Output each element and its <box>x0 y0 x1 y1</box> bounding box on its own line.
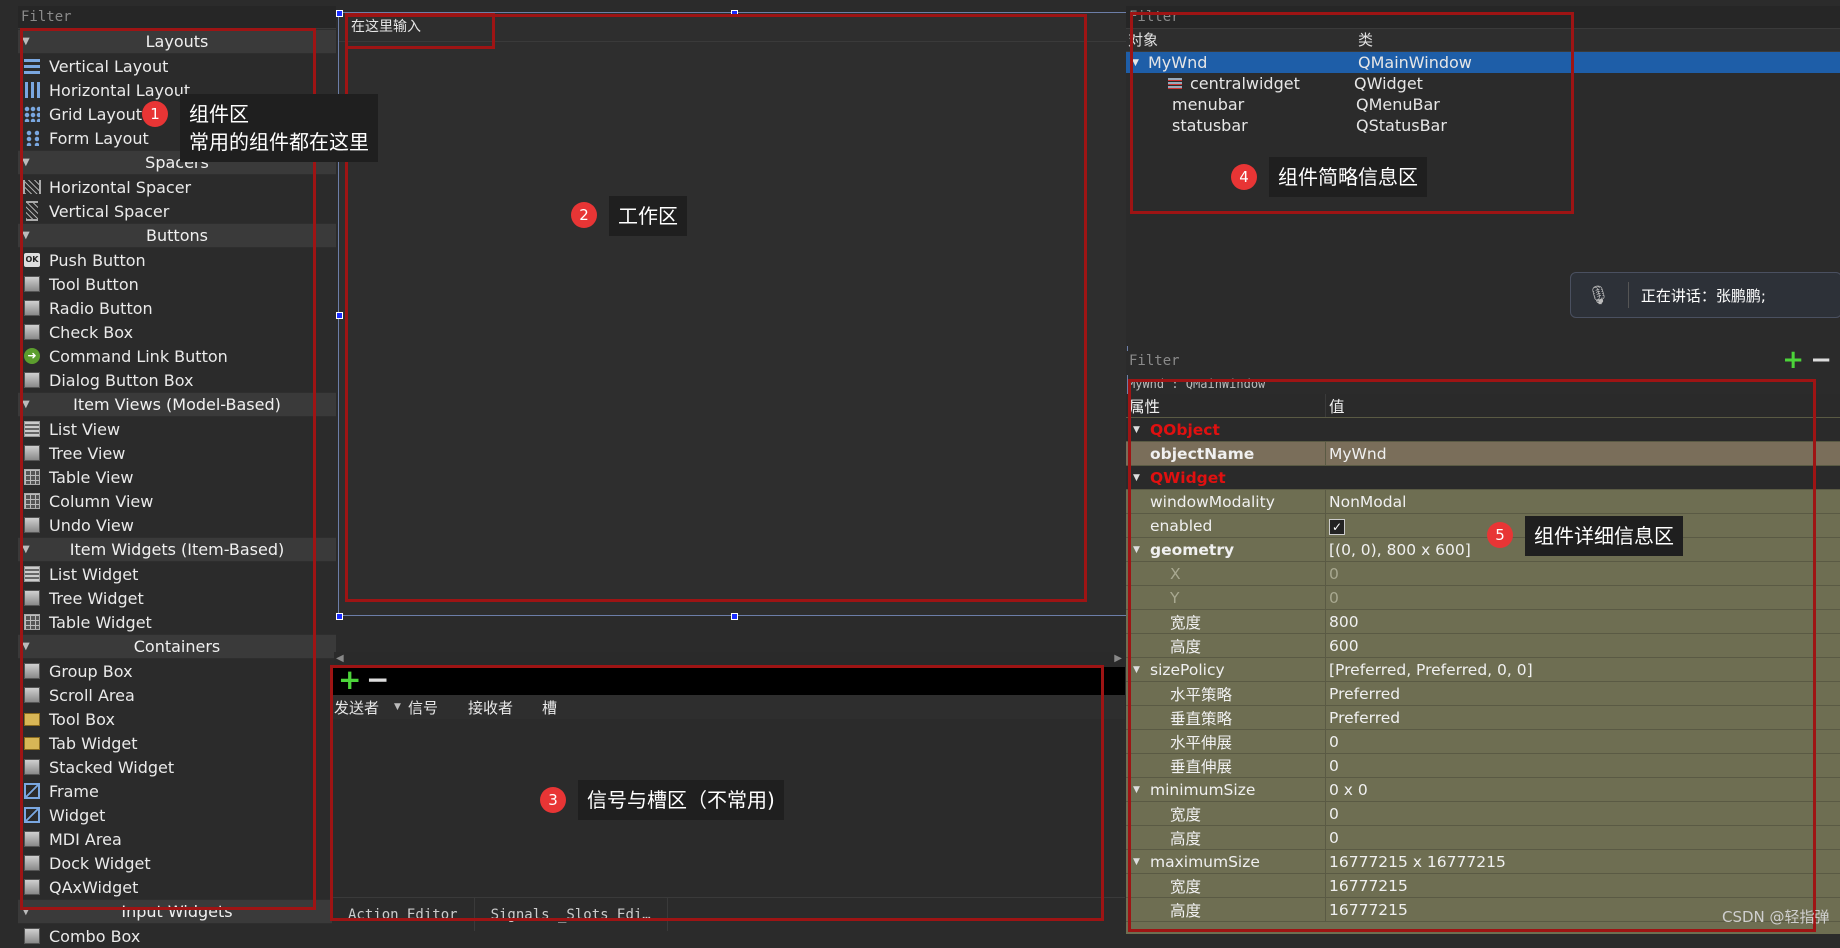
resize-handle[interactable] <box>336 613 343 620</box>
voice-chat-overlay: 🎙 正在讲话：张鹏鹏; <box>1570 272 1840 318</box>
property-filter-bar: Filter + − <box>1126 345 1840 375</box>
annotation-note-widget-area: 组件区 常用的组件都在这里 <box>180 94 378 162</box>
add-dynamic-property-icon[interactable]: + <box>1782 345 1804 375</box>
watermark: CSDN @轻指弹 <box>1722 908 1830 926</box>
annotation-box-property-editor <box>1128 379 1816 932</box>
resize-handle[interactable] <box>731 613 738 620</box>
annotation-box-work-area <box>345 14 1087 602</box>
widget-item-label: Combo Box <box>49 926 141 946</box>
combo-box-icon <box>23 927 41 945</box>
annotation-badge: 2 <box>571 202 597 228</box>
annotation-badge: 3 <box>540 787 566 813</box>
annotation-badge: 4 <box>1231 164 1257 190</box>
annotation-note-work-area: 工作区 <box>609 196 687 236</box>
widget-item[interactable]: Combo Box <box>18 924 336 948</box>
annotation-note-object-inspector: 组件简略信息区 <box>1269 157 1427 197</box>
annotation-note-line: 常用的组件都在这里 <box>189 130 369 154</box>
microphone-icon[interactable]: 🎙 <box>1587 285 1610 306</box>
remove-dynamic-property-icon[interactable]: − <box>1810 345 1832 375</box>
resize-handle[interactable] <box>336 312 343 319</box>
resize-handle[interactable] <box>336 10 343 17</box>
property-filter-input[interactable]: Filter <box>1129 353 1180 369</box>
speaking-status: 正在讲话：张鹏鹏; <box>1640 286 1766 305</box>
annotation-note-signal-slot: 信号与槽区（不常用) <box>578 780 784 820</box>
scroll-right-icon[interactable]: ▶ <box>1114 653 1122 664</box>
annotation-note-line: 组件区 <box>189 102 249 126</box>
annotation-badge: 1 <box>142 101 168 127</box>
annotation-note-property-editor: 组件详细信息区 <box>1525 516 1683 556</box>
widget-box-filter-input[interactable]: Filter <box>18 6 336 29</box>
annotation-badge: 5 <box>1487 522 1513 548</box>
